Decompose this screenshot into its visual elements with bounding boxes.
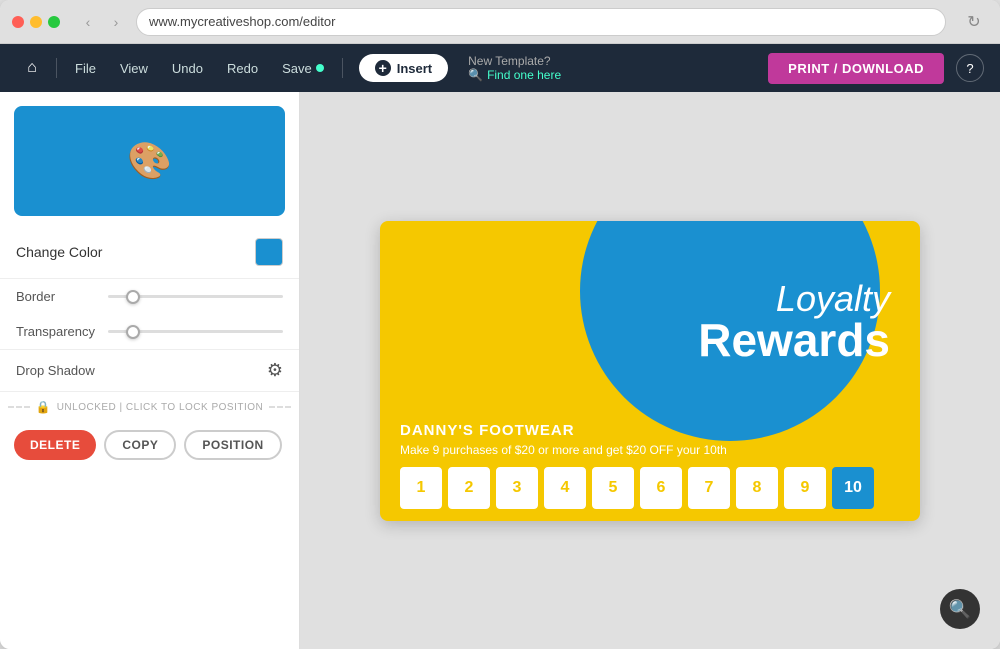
toolbar-separator-2 <box>342 58 343 78</box>
main-area: 🎨 Change Color Border Transpa <box>0 92 1000 649</box>
find-template-link[interactable]: 🔍 Find one here <box>468 68 561 82</box>
canvas-area: Loyalty Rewards DANNY'S FOOTWEAR Make 9 … <box>300 92 1000 649</box>
traffic-light-close[interactable] <box>12 16 24 28</box>
punch-box-9: 9 <box>784 467 826 509</box>
punch-box-8: 8 <box>736 467 778 509</box>
punch-box-2: 2 <box>448 467 490 509</box>
browser-titlebar: ‹ › www.mycreativeshop.com/editor ↻ <box>0 0 1000 44</box>
help-button[interactable]: ? <box>956 54 984 82</box>
store-tagline: Make 9 purchases of $20 or more and get … <box>400 443 900 457</box>
punch-boxes: 1 2 3 4 5 6 7 8 9 10 <box>400 467 900 509</box>
change-color-label: Change Color <box>16 244 102 260</box>
color-swatch[interactable] <box>255 238 283 266</box>
back-button[interactable]: ‹ <box>76 10 100 34</box>
transparency-slider-thumb[interactable] <box>126 325 140 339</box>
refresh-button[interactable]: ↻ <box>960 8 988 36</box>
loyalty-title-loyalty: Loyalty <box>698 281 890 317</box>
action-buttons: DELETE COPY POSITION <box>0 422 299 474</box>
insert-label: Insert <box>397 61 432 76</box>
lock-dash-right <box>269 406 291 408</box>
punch-box-7: 7 <box>688 467 730 509</box>
transparency-slider[interactable] <box>108 330 283 333</box>
find-one-label: Find one here <box>487 68 561 82</box>
palette-icon: 🎨 <box>127 140 172 182</box>
punch-box-6: 6 <box>640 467 682 509</box>
undo-button[interactable]: Undo <box>162 55 213 82</box>
loyalty-title-rewards: Rewards <box>698 317 890 363</box>
traffic-light-maximize[interactable] <box>48 16 60 28</box>
toolbar-separator-1 <box>56 58 57 78</box>
zoom-button[interactable]: 🔍 <box>940 589 980 629</box>
card-title-area: Loyalty Rewards <box>698 281 890 363</box>
traffic-lights <box>12 16 60 28</box>
punch-box-1: 1 <box>400 467 442 509</box>
delete-button[interactable]: DELETE <box>14 430 96 460</box>
loyalty-card[interactable]: Loyalty Rewards DANNY'S FOOTWEAR Make 9 … <box>380 221 920 521</box>
nav-buttons: ‹ › <box>76 10 128 34</box>
border-row: Border <box>0 279 299 314</box>
lock-icon: 🔒 <box>36 400 51 414</box>
left-panel: 🎨 Change Color Border Transpa <box>0 92 300 649</box>
border-slider[interactable] <box>108 295 283 298</box>
save-label: Save <box>282 61 312 76</box>
redo-button[interactable]: Redo <box>217 55 268 82</box>
file-menu[interactable]: File <box>65 55 106 82</box>
copy-button[interactable]: COPY <box>104 430 176 460</box>
save-status-dot <box>316 64 324 72</box>
drop-shadow-label: Drop Shadow <box>16 363 95 378</box>
save-button[interactable]: Save <box>272 55 334 82</box>
drop-shadow-row: Drop Shadow ⚙ <box>0 350 299 391</box>
shadow-settings-icon[interactable]: ⚙ <box>267 360 283 381</box>
print-download-button[interactable]: PRINT / DOWNLOAD <box>768 53 944 84</box>
lock-dash-left <box>8 406 30 408</box>
new-template-label: New Template? <box>468 54 561 68</box>
card-bottom: DANNY'S FOOTWEAR Make 9 purchases of $20… <box>380 406 920 521</box>
view-menu[interactable]: View <box>110 55 158 82</box>
punch-box-5: 5 <box>592 467 634 509</box>
forward-button[interactable]: › <box>104 10 128 34</box>
traffic-light-minimize[interactable] <box>30 16 42 28</box>
border-slider-thumb[interactable] <box>126 290 140 304</box>
zoom-icon: 🔍 <box>949 599 971 620</box>
transparency-label: Transparency <box>16 324 96 339</box>
magnifier-icon: 🔍 <box>468 68 483 82</box>
url-text: www.mycreativeshop.com/editor <box>149 14 335 29</box>
punch-box-3: 3 <box>496 467 538 509</box>
app-toolbar: ⌂ File View Undo Redo Save + Insert New … <box>0 44 1000 92</box>
position-button[interactable]: POSITION <box>184 430 281 460</box>
app-container: ⌂ File View Undo Redo Save + Insert New … <box>0 44 1000 649</box>
lock-label: UNLOCKED | CLICK TO LOCK POSITION <box>57 402 264 413</box>
new-template-area: New Template? 🔍 Find one here <box>468 54 561 82</box>
transparency-row: Transparency <box>0 314 299 349</box>
punch-box-4: 4 <box>544 467 586 509</box>
home-button[interactable]: ⌂ <box>16 52 48 84</box>
punch-box-10: 10 <box>832 467 874 509</box>
insert-plus-icon: + <box>375 60 391 76</box>
color-preview-area[interactable]: 🎨 <box>14 106 285 216</box>
change-color-row: Change Color <box>0 230 299 278</box>
address-bar[interactable]: www.mycreativeshop.com/editor <box>136 8 946 36</box>
store-name: DANNY'S FOOTWEAR <box>400 422 900 439</box>
border-label: Border <box>16 289 96 304</box>
lock-bar[interactable]: 🔒 UNLOCKED | CLICK TO LOCK POSITION <box>0 392 299 422</box>
insert-button[interactable]: + Insert <box>359 54 448 82</box>
